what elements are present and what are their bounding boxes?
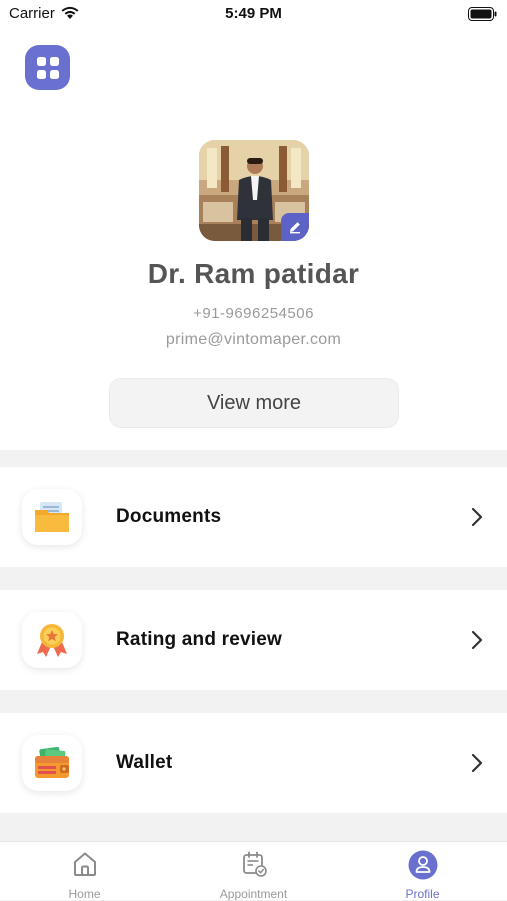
tab-profile[interactable]: Profile [338,842,507,901]
clock: 5:49 PM [225,5,282,22]
view-more-button[interactable]: View more [109,378,399,428]
battery-icon [468,7,498,26]
grid-menu-icon [36,56,59,79]
profile-phone: +91-9696254506 [193,305,314,322]
profile-email: prime@vintomaper.com [165,331,342,348]
tab-home[interactable]: Home [0,842,169,901]
menu-item-label: Rating and review [116,629,282,650]
menu-button[interactable] [25,45,70,90]
tab-label: Home [68,887,101,901]
chevron-right-icon [471,507,483,532]
pencil-icon [290,222,300,234]
tab-label: Appointment [219,887,288,901]
chevron-right-icon [471,630,483,655]
award-badge-icon [22,612,82,668]
profile-icon [338,850,507,880]
chevron-right-icon [471,753,483,778]
tab-appointment[interactable]: Appointment [169,842,338,901]
profile-header: Dr. Ram patidar +91-9696254506 prime@vin… [0,28,507,450]
menu-item-documents[interactable]: Documents [0,467,507,567]
edit-avatar-button[interactable] [281,213,309,241]
menu-item-rating-and-review[interactable]: Rating and review [0,590,507,690]
folder-icon [22,489,82,545]
menu-item-label: Wallet [116,752,173,773]
menu-item-wallet[interactable]: Wallet [0,713,507,813]
menu-item-label: Documents [116,506,222,527]
status-bar: Carrier 5:49 PM [0,0,507,28]
home-icon [0,850,169,878]
wallet-icon [22,735,82,791]
tab-label: Profile [405,887,440,901]
calendar-check-icon [169,850,338,878]
profile-name: Dr. Ram patidar [147,258,360,289]
tab-bar: Home Appointment Profile [0,841,507,901]
